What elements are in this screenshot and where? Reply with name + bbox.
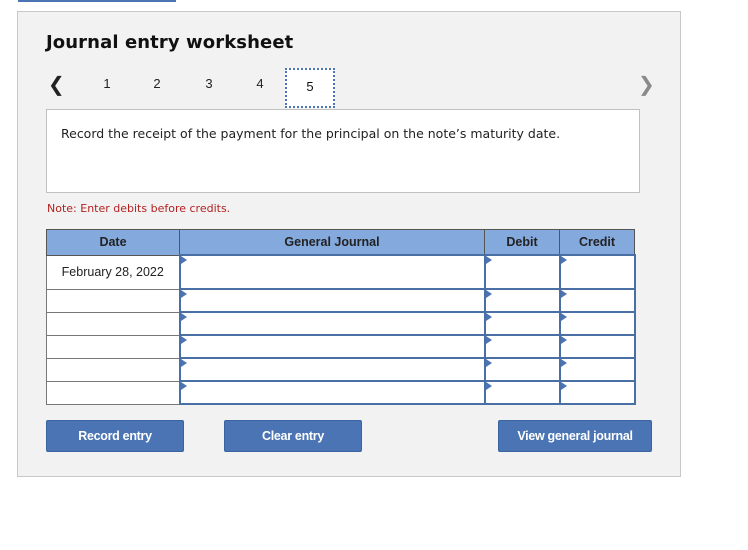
top-accent-bar [18,0,176,2]
dropdown-marker-icon [180,313,187,321]
dropdown-marker-icon [180,359,187,367]
table-row [46,380,636,405]
clear-entry-button[interactable]: Clear entry [224,420,362,452]
dropdown-marker-icon [560,290,567,298]
table-row [46,288,636,313]
debit-input[interactable] [483,357,561,382]
dropdown-marker-icon [180,336,187,344]
table-row [46,357,636,382]
column-header-debit: Debit [484,229,560,256]
journal-table: Date General Journal Debit Credit Februa… [46,229,636,405]
dropdown-marker-icon [180,256,187,264]
date-cell [46,311,180,336]
dropdown-marker-icon [180,290,187,298]
account-input[interactable] [178,254,486,290]
dropdown-marker-icon [485,290,492,298]
date-cell [46,357,180,382]
debit-input[interactable] [483,334,561,359]
credit-input[interactable] [558,380,636,405]
dropdown-marker-icon [560,313,567,321]
chevron-right-icon[interactable]: ❯ [638,72,655,96]
step-tab-5-active[interactable]: 5 [285,68,335,108]
debit-input[interactable] [483,380,561,405]
record-entry-button[interactable]: Record entry [46,420,184,452]
view-general-journal-button[interactable]: View general journal [498,420,652,452]
step-tab-4[interactable]: 4 [250,76,270,91]
note-text: Note: Enter debits before credits. [47,202,231,215]
dropdown-marker-icon [485,336,492,344]
date-cell [46,288,180,313]
dropdown-marker-icon [180,382,187,390]
dropdown-marker-icon [485,313,492,321]
date-cell [46,380,180,405]
credit-input[interactable] [558,311,636,336]
date-cell [46,334,180,359]
chevron-left-icon[interactable]: ❮ [48,72,65,96]
dropdown-marker-icon [485,256,492,264]
step-tab-2[interactable]: 2 [147,76,167,91]
debit-input[interactable] [483,254,561,290]
account-input[interactable] [178,311,486,336]
table-row [46,311,636,336]
dropdown-marker-icon [485,359,492,367]
account-input[interactable] [178,288,486,313]
column-header-credit: Credit [559,229,635,256]
credit-input[interactable] [558,357,636,382]
account-input[interactable] [178,334,486,359]
dropdown-marker-icon [560,336,567,344]
dropdown-marker-icon [560,256,567,264]
debit-input[interactable] [483,288,561,313]
credit-input[interactable] [558,334,636,359]
credit-input[interactable] [558,254,636,290]
dropdown-marker-icon [560,359,567,367]
column-header-general-journal: General Journal [179,229,485,256]
date-cell: February 28, 2022 [46,254,180,290]
account-input[interactable] [178,380,486,405]
table-row: February 28, 2022 [46,254,636,290]
credit-input[interactable] [558,288,636,313]
page-title: Journal entry worksheet [46,32,294,53]
table-row [46,334,636,359]
dropdown-marker-icon [560,382,567,390]
column-header-date: Date [46,229,180,256]
step-tab-3[interactable]: 3 [199,76,219,91]
debit-input[interactable] [483,311,561,336]
dropdown-marker-icon [485,382,492,390]
step-tab-1[interactable]: 1 [97,76,117,91]
worksheet-panel: Journal entry worksheet ❮ 1 2 3 4 5 ❯ Re… [17,11,681,477]
account-input[interactable] [178,357,486,382]
instruction-box: Record the receipt of the payment for th… [46,109,640,193]
